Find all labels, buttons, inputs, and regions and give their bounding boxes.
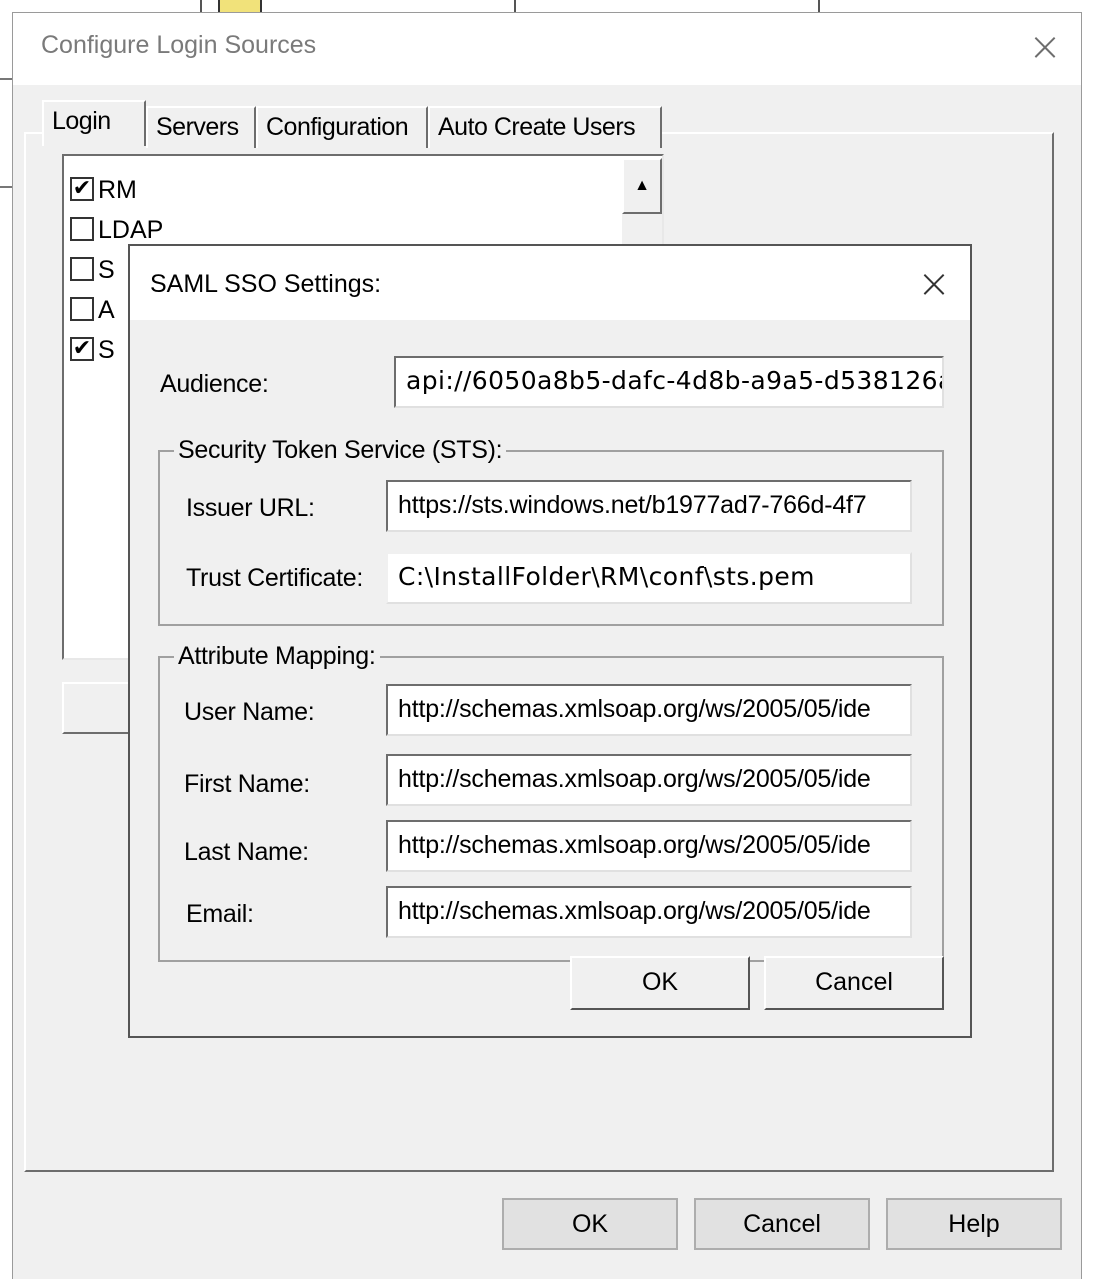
audience-field[interactable]: api://6050a8b5-dafc-4d8b-a9a5-d538126af2… [394,356,944,408]
user-name-label: User Name: [184,698,315,726]
scroll-up-arrow-icon[interactable]: ▲ [622,158,662,214]
source-label: S [98,336,115,364]
ok-button[interactable]: OK [502,1198,678,1250]
first-name-label: First Name: [184,770,310,798]
help-button[interactable]: Help [886,1198,1062,1250]
dialog-title: SAML SSO Settings: [150,270,382,298]
list-item[interactable]: ✔ S [70,330,115,370]
first-name-field[interactable]: http://schemas.xmlsoap.org/ws/2005/05/id… [386,754,912,806]
checkbox-unchecked-icon[interactable] [70,297,94,322]
issuer-url-label: Issuer URL: [186,494,315,522]
trust-certificate-label: Trust Certificate: [186,564,364,592]
sts-legend: Security Token Service (STS): [174,436,507,465]
trust-certificate-field[interactable]: C:\InstallFolder\RM\conf\sts.pem [386,552,912,604]
dialog-title: Configure Login Sources [41,31,317,59]
ok-button[interactable]: OK [570,956,750,1010]
list-item[interactable]: ✔ RM [70,170,137,210]
tab-configuration[interactable]: Configuration [256,106,428,148]
last-name-field[interactable]: http://schemas.xmlsoap.org/ws/2005/05/id… [386,820,912,872]
list-item[interactable]: S [70,250,115,290]
checkbox-unchecked-icon[interactable] [70,257,94,282]
email-field[interactable]: http://schemas.xmlsoap.org/ws/2005/05/id… [386,886,912,938]
divider [0,186,12,188]
source-label: S [98,256,115,284]
checkbox-checked-icon[interactable]: ✔ [70,337,94,362]
user-name-field[interactable]: http://schemas.xmlsoap.org/ws/2005/05/id… [386,684,912,736]
source-label: A [98,296,115,324]
checkbox-checked-icon[interactable]: ✔ [70,177,94,202]
attribute-mapping-legend: Attribute Mapping: [174,642,380,671]
close-icon[interactable]: × [914,264,954,304]
cancel-button[interactable]: Cancel [694,1198,870,1250]
last-name-label: Last Name: [184,838,309,866]
divider [0,78,12,80]
tab-login[interactable]: Login [42,100,146,146]
source-label: LDAP [98,216,164,244]
source-label: RM [98,176,137,204]
list-item[interactable]: A [70,290,115,330]
saml-sso-settings-dialog: SAML SSO Settings: × Audience: api://605… [128,244,972,1038]
cancel-button[interactable]: Cancel [764,956,944,1010]
dialog-titlebar: Configure Login Sources × [13,13,1081,85]
tab-servers[interactable]: Servers [146,106,256,148]
tab-auto-create-users[interactable]: Auto Create Users [428,106,662,148]
issuer-url-field[interactable]: https://sts.windows.net/b1977ad7-766d-4f… [386,480,912,532]
audience-label: Audience: [160,370,269,398]
close-icon[interactable]: × [1025,27,1065,67]
dialog-titlebar: SAML SSO Settings: × [130,246,970,320]
email-label: Email: [186,900,254,928]
checkbox-unchecked-icon[interactable] [70,217,94,242]
